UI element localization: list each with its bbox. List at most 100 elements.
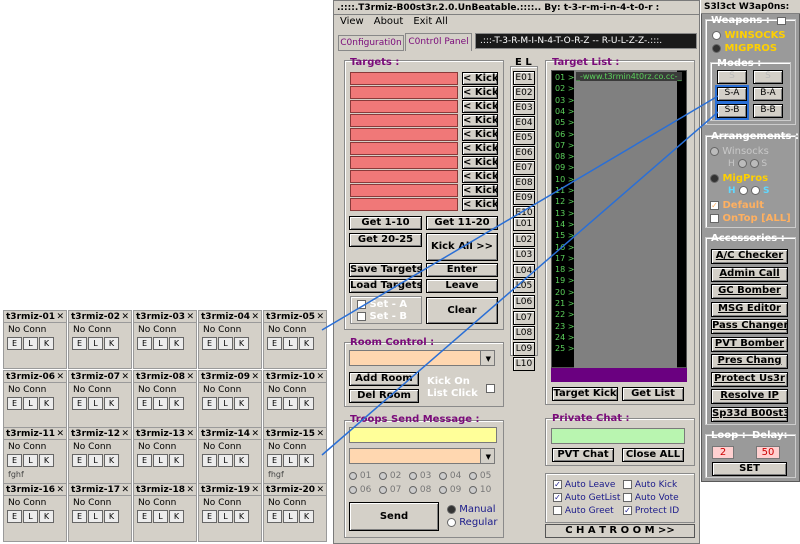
l-slot-button[interactable]: L02 xyxy=(513,232,535,247)
close-icon[interactable]: ✕ xyxy=(251,428,259,440)
k-button[interactable]: K xyxy=(39,510,54,523)
e-slot-button[interactable]: E07 xyxy=(513,161,535,175)
arr-migpros-hs[interactable]: H S xyxy=(728,186,769,196)
auto-checkbox[interactable]: ✓ xyxy=(623,506,632,515)
troop-radio[interactable] xyxy=(349,485,357,494)
e-slot-button[interactable]: E01 xyxy=(513,71,535,85)
troop-radio[interactable] xyxy=(379,471,387,480)
l-slot-button[interactable]: L08 xyxy=(513,326,535,341)
room-select[interactable]: ▼ xyxy=(349,350,495,366)
menu-exit-all[interactable]: Exit All xyxy=(413,16,448,27)
auto-option[interactable]: Auto Kick xyxy=(623,480,677,490)
e-button[interactable]: E xyxy=(7,397,22,410)
delay-input[interactable]: 50 xyxy=(756,446,780,459)
troop-radio[interactable] xyxy=(379,485,387,494)
l-button[interactable]: L xyxy=(153,454,168,467)
auto-checkbox[interactable]: ✓ xyxy=(553,493,562,502)
e-slot-button[interactable]: E04 xyxy=(513,116,535,130)
auto-checkbox[interactable] xyxy=(623,493,632,502)
e-button[interactable]: E xyxy=(202,510,217,523)
troop-radio[interactable] xyxy=(439,485,447,494)
kick-button[interactable]: < Kick xyxy=(462,170,498,183)
l-slot-button[interactable]: L07 xyxy=(513,310,535,325)
l-button[interactable]: L xyxy=(283,510,298,523)
l-button[interactable]: L xyxy=(88,397,103,410)
close-icon[interactable]: ✕ xyxy=(56,371,64,383)
menu-about[interactable]: About xyxy=(374,16,404,27)
accessory-button[interactable]: A/C Checker xyxy=(711,249,788,264)
enter-button[interactable]: Enter xyxy=(426,263,498,277)
migpros-radio[interactable] xyxy=(712,43,721,53)
e-slot-button[interactable]: E09 xyxy=(513,191,535,205)
target-field[interactable] xyxy=(350,156,458,169)
l-button[interactable]: L xyxy=(218,337,233,350)
target-field[interactable] xyxy=(350,142,458,155)
kick-button[interactable]: < Kick xyxy=(462,184,498,197)
e-slot-button[interactable]: E06 xyxy=(513,146,535,160)
e-button[interactable]: E xyxy=(72,397,87,410)
mode-button[interactable]: B-A xyxy=(753,87,783,101)
k-button[interactable]: K xyxy=(299,510,314,523)
l-slot-button[interactable]: L10 xyxy=(513,357,535,372)
close-icon[interactable]: ✕ xyxy=(186,371,194,383)
ontop-checkbox[interactable] xyxy=(710,213,719,223)
regular-option[interactable]: Regular xyxy=(447,517,498,528)
close-icon[interactable]: ✕ xyxy=(251,484,259,496)
l-button[interactable]: L xyxy=(23,397,38,410)
close-icon[interactable]: ✕ xyxy=(251,371,259,383)
menu-view[interactable]: View xyxy=(340,16,364,27)
kick-button[interactable]: < Kick xyxy=(462,114,498,127)
auto-option[interactable]: ✓ Auto GetList xyxy=(553,493,620,503)
close-icon[interactable]: ✕ xyxy=(121,371,129,383)
kick-on-list-click-checkbox[interactable] xyxy=(486,383,495,394)
send-button[interactable]: Send xyxy=(349,502,439,531)
target-field[interactable] xyxy=(350,198,458,211)
k-button[interactable]: K xyxy=(234,510,249,523)
kick-all-button[interactable]: Kick All >> xyxy=(426,233,498,261)
e-button[interactable]: E xyxy=(137,397,152,410)
close-icon[interactable]: ✕ xyxy=(186,311,194,323)
k-button[interactable]: K xyxy=(104,454,119,467)
e-button[interactable]: E xyxy=(72,454,87,467)
close-all-button[interactable]: Close ALL xyxy=(622,448,684,462)
troop-radio[interactable] xyxy=(349,471,357,480)
get-list-button[interactable]: Get List xyxy=(622,387,684,401)
weapons-toggle[interactable] xyxy=(777,17,786,25)
auto-option[interactable]: Auto Greet xyxy=(553,506,614,516)
set-button[interactable]: SET xyxy=(712,462,787,476)
troop-radio-option[interactable]: 09 xyxy=(439,485,461,495)
target-kick-button[interactable]: Target Kick xyxy=(552,387,618,401)
troop-radio-option[interactable]: 06 xyxy=(349,485,371,495)
migpros-option[interactable]: MIGPROS xyxy=(712,43,777,54)
l-slot-button[interactable]: L01 xyxy=(513,217,535,231)
k-button[interactable]: K xyxy=(299,337,314,350)
manual-option[interactable]: Manual xyxy=(447,504,496,515)
troop-radio-option[interactable]: 07 xyxy=(379,485,401,495)
set-b-checkbox[interactable] xyxy=(357,311,366,321)
arr-migpros-radio[interactable] xyxy=(710,173,719,183)
close-icon[interactable]: ✕ xyxy=(56,428,64,440)
accessory-button[interactable]: Pres Chang xyxy=(711,354,788,369)
arr-winsocks-option[interactable]: Winsocks xyxy=(710,146,769,157)
troop-radio-option[interactable]: 10 xyxy=(469,485,491,495)
l-button[interactable]: L xyxy=(23,337,38,350)
close-icon[interactable]: ✕ xyxy=(251,311,259,323)
troop-radio-option[interactable]: 04 xyxy=(439,471,461,481)
auto-option[interactable]: Auto Vote xyxy=(623,493,679,503)
accessory-button[interactable]: PVT Bomber xyxy=(711,336,788,352)
mode-button[interactable]: B-B xyxy=(753,104,783,118)
troop-radio[interactable] xyxy=(469,485,477,494)
l-slot-button[interactable]: L03 xyxy=(513,248,535,263)
troop-radio[interactable] xyxy=(469,471,477,480)
kick-button[interactable]: < Kick xyxy=(462,72,498,85)
mode-button[interactable]: S xyxy=(717,70,747,84)
accessory-button[interactable]: Protect Us3r xyxy=(711,371,788,387)
l-button[interactable]: L xyxy=(153,397,168,410)
e-button[interactable]: E xyxy=(72,510,87,523)
auto-option[interactable]: ✓ Auto Leave xyxy=(553,480,615,490)
k-button[interactable]: K xyxy=(234,397,249,410)
auto-checkbox[interactable] xyxy=(623,480,632,489)
close-icon[interactable]: ✕ xyxy=(56,311,64,323)
k-button[interactable]: K xyxy=(104,397,119,410)
set-b-option[interactable]: Set - B xyxy=(357,311,407,322)
